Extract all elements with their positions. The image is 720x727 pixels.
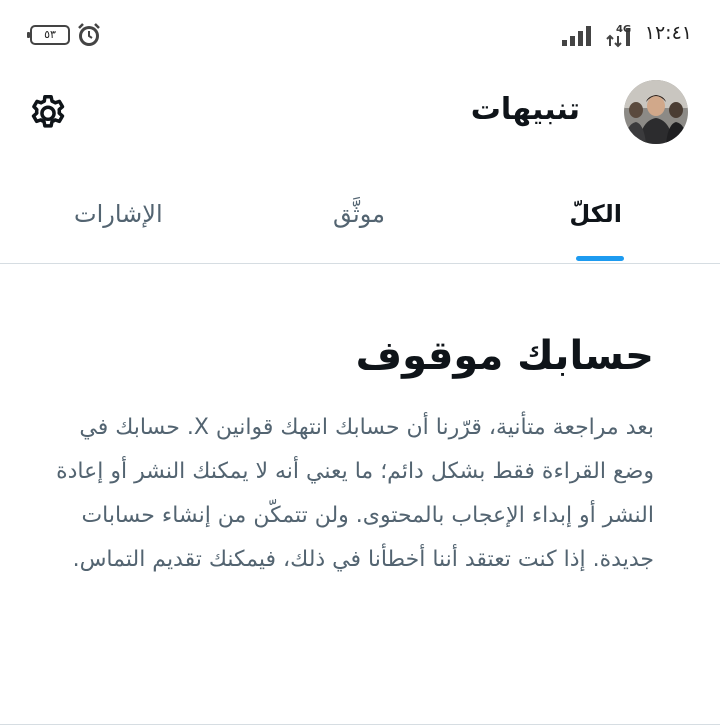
page-title: تنبيهات (470, 92, 580, 127)
gear-icon[interactable] (26, 92, 70, 136)
tab-all[interactable]: الكلّ (569, 200, 622, 228)
network-type: 4G (616, 24, 632, 35)
suspension-notice: حسابك موقوف بعد مراجعة متأنية، قرّرنا أن… (54, 330, 654, 582)
divider (0, 724, 720, 725)
avatar[interactable] (624, 80, 688, 144)
status-time: ١٢:٤١ (644, 22, 692, 44)
active-tab-indicator (576, 256, 624, 261)
tab-mentions[interactable]: الإشارات (74, 200, 163, 228)
battery-level: ٥٣ (44, 28, 56, 41)
alarm-clock-icon (78, 23, 100, 46)
notification-tabs: الكلّ موثَّق الإشارات (0, 170, 720, 264)
status-bar: ٥٣ 4G ١٢:٤١ (0, 0, 720, 70)
network-indicator: 4G (606, 24, 636, 48)
top-app-bar: تنبيهات (0, 70, 720, 160)
notice-title: حسابك موقوف (355, 333, 654, 379)
signal-bars-icon (562, 26, 591, 46)
tab-verified[interactable]: موثَّق (333, 200, 385, 228)
notice-body: بعد مراجعة متأنية، قرّرنا أن حسابك انتهك… (56, 415, 654, 572)
battery-icon: ٥٣ (27, 25, 70, 45)
